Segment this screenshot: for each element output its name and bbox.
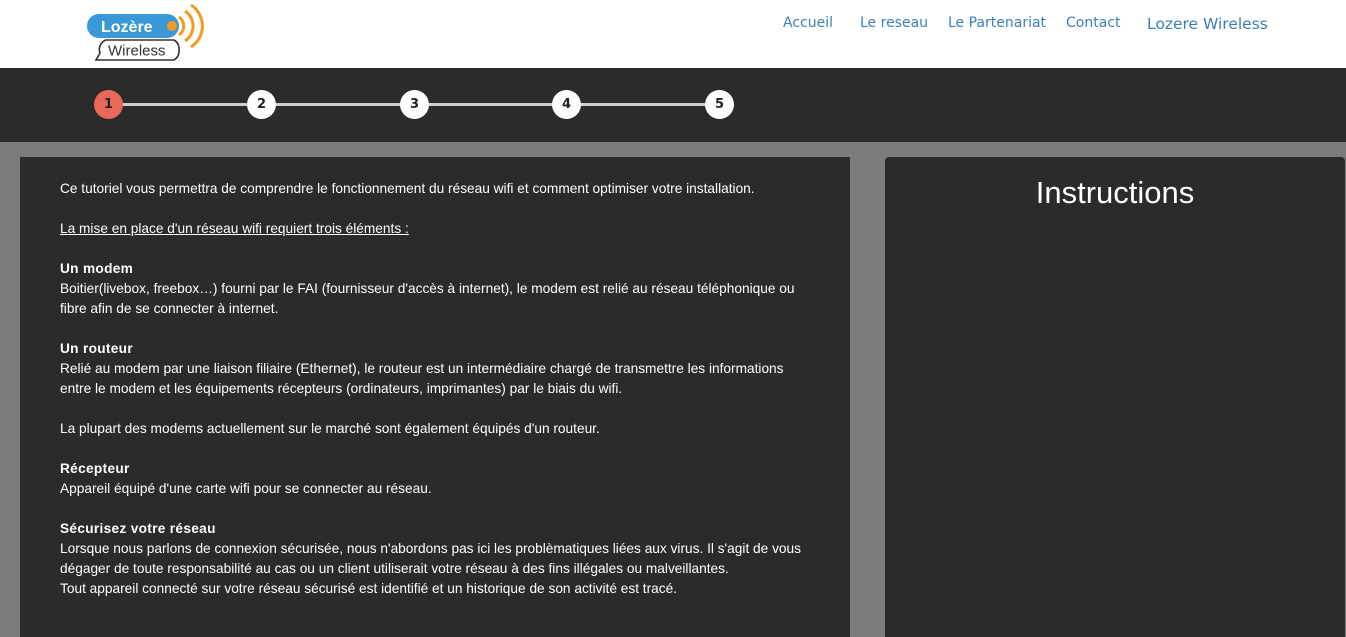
security-description: Lorsque nous parlons de connexion sécuri…: [60, 541, 801, 576]
router-description: Relié au modem par une liaison filiaire …: [60, 361, 784, 396]
step-5[interactable]: 5: [705, 90, 734, 119]
router-note: La plupart des modems actuellement sur l…: [60, 421, 600, 436]
modem-description: Boitier(livebox, freebox…) fourni par le…: [60, 281, 795, 316]
section-subtitle: La mise en place d'un réseau wifi requie…: [60, 221, 409, 236]
tutorial-content-panel: Ce tutoriel vous permettra de comprendre…: [20, 157, 850, 637]
receiver-heading: Récepteur: [60, 461, 130, 476]
nav-le-partenariat[interactable]: Le Partenariat: [948, 15, 1046, 31]
nav-contact[interactable]: Contact: [1066, 15, 1120, 31]
main-nav: Accueil Le reseau Le Partenariat Contact…: [0, 0, 1346, 68]
step-progress-bar: 1 2 3 4 5: [0, 68, 1346, 142]
security-heading: Sécurisez votre réseau: [60, 521, 216, 536]
nav-le-reseau[interactable]: Le reseau: [860, 15, 928, 31]
modem-heading: Un modem: [60, 261, 134, 276]
nav-brand-lozere-wireless[interactable]: Lozere Wireless: [1147, 15, 1268, 33]
step-4[interactable]: 4: [552, 90, 581, 119]
instructions-panel: Instructions: [885, 157, 1345, 637]
router-heading: Un routeur: [60, 341, 133, 356]
nav-accueil[interactable]: Accueil: [783, 15, 833, 31]
site-header: Lozère Wireless Accueil Le reseau Le Par…: [0, 0, 1346, 68]
receiver-description: Appareil équipé d'une carte wifi pour se…: [60, 481, 432, 496]
step-3[interactable]: 3: [400, 90, 429, 119]
intro-text: Ce tutoriel vous permettra de comprendre…: [60, 181, 755, 196]
step-2[interactable]: 2: [247, 90, 276, 119]
security-note: Tout appareil connecté sur votre réseau …: [60, 581, 678, 596]
step-1[interactable]: 1: [94, 90, 123, 119]
instructions-title: Instructions: [1035, 175, 1195, 210]
